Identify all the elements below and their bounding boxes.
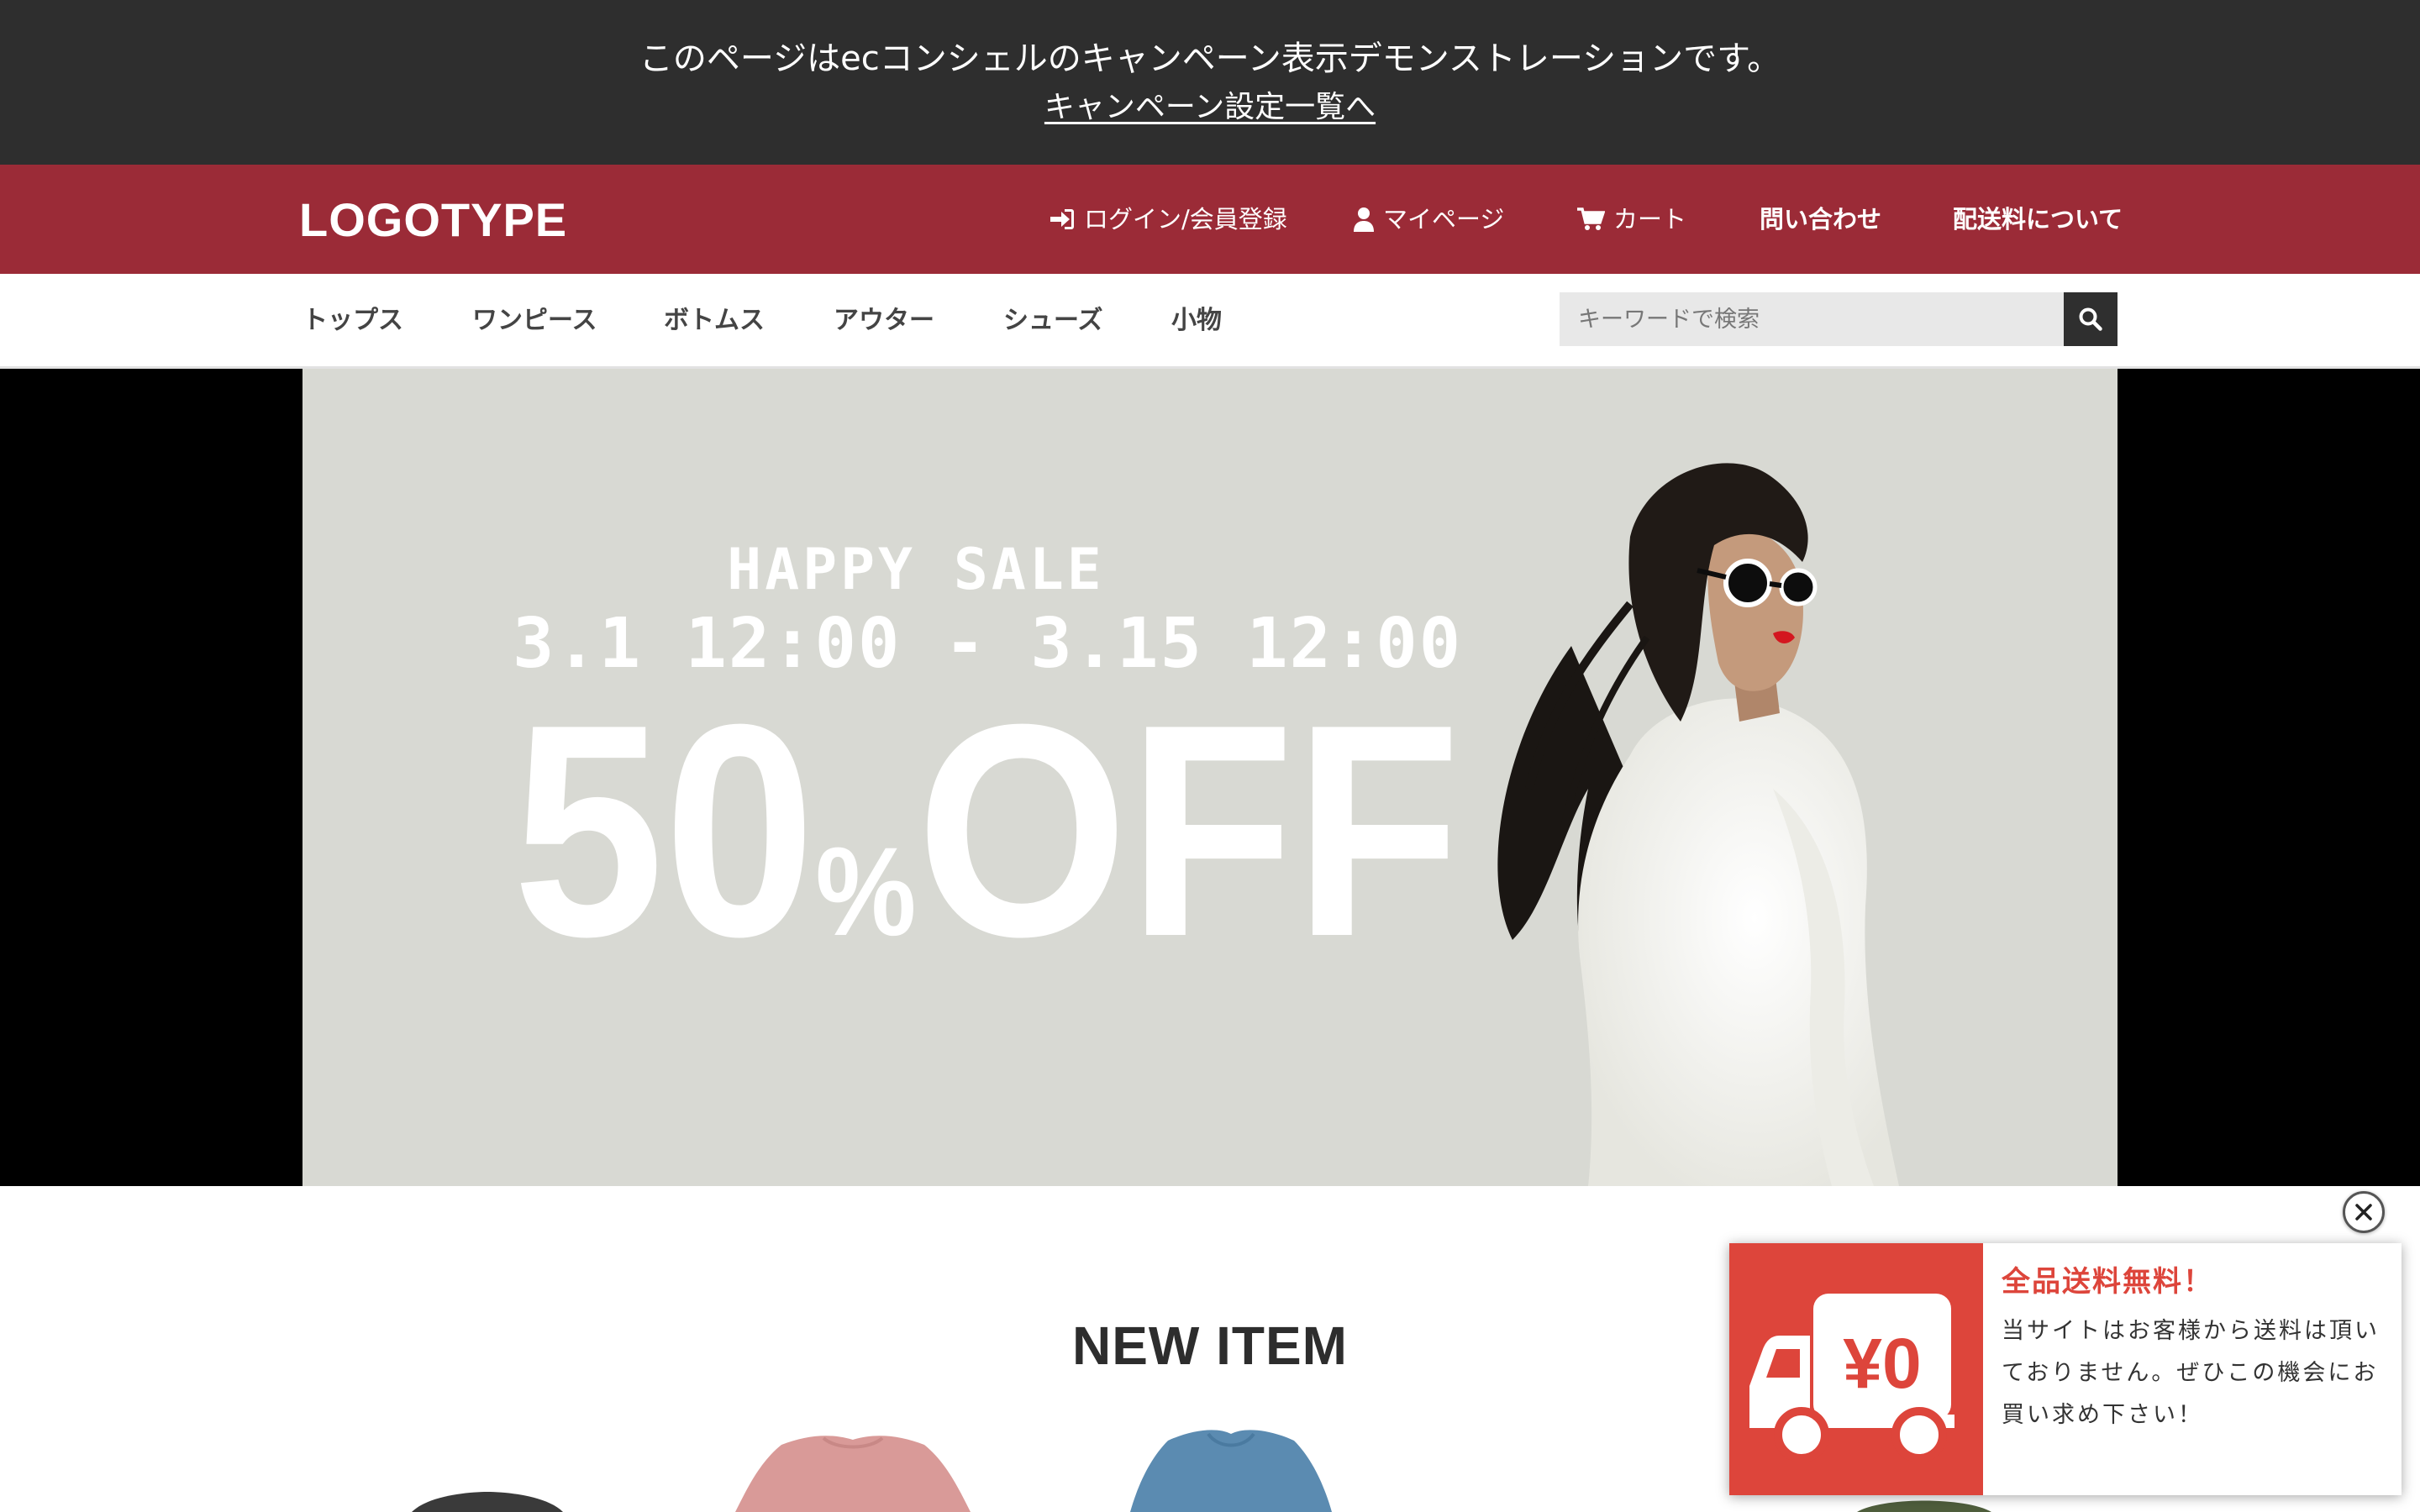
product-thumbnail[interactable] (731, 1428, 975, 1512)
campaign-list-link[interactable]: キャンペーン設定一覧へ (1044, 90, 1376, 124)
product-thumbnail[interactable] (1126, 1424, 1336, 1512)
category-onepiece[interactable]: ワンピース (472, 301, 597, 341)
close-icon (2355, 1204, 2372, 1221)
discount-percent-sign: % (815, 821, 917, 962)
model-image (1497, 463, 1899, 1186)
contact-link[interactable]: 問い合わせ (1760, 198, 1881, 240)
shipping-info-link[interactable]: 配送料について (1953, 198, 2123, 240)
delivery-truck-icon: ¥0 (1749, 1294, 1954, 1462)
search-form (1560, 292, 2118, 346)
search-button[interactable] (2064, 292, 2118, 346)
popup-close-button[interactable] (2343, 1191, 2385, 1233)
demo-notice-bar: このページはecコンシェルのキャンペーン表示デモンストレーションです。 キャンペ… (0, 0, 2420, 165)
login-register-label: ログイン/会員登録 (1084, 205, 1287, 234)
site-logo[interactable]: LOGOTYPE (299, 193, 567, 247)
sign-in-icon (1050, 209, 1074, 229)
category-tops[interactable]: トップス (302, 301, 403, 341)
hero-section: HAPPY SALE 3.1 12:00 - 3.15 12:00 50%OFF (0, 369, 2420, 1186)
popup-title: 全品送料無料！ (2002, 1265, 2213, 1299)
cart-label: カート (1613, 205, 1687, 234)
sale-banner[interactable]: HAPPY SALE 3.1 12:00 - 3.15 12:00 50%OFF (302, 369, 2118, 1186)
sale-discount: 50%OFF (513, 680, 1460, 1042)
popup-message: 当サイトはお客様から送料は頂いておりません。ぜひこの機会にお買い求め下さい！ (2002, 1318, 2380, 1428)
user-icon (1354, 207, 1374, 232)
sale-title: HAPPY SALE (727, 537, 1105, 603)
category-nav: トップス ワンピース ボトムス アウター シューズ 小物 (0, 274, 2420, 369)
free-shipping-popup[interactable]: ¥0 全品送料無料！ 当サイトはお客様から送料は頂いておりません。ぜひこの機会に… (1729, 1243, 2402, 1495)
mypage-link[interactable]: マイページ (1353, 198, 1504, 240)
category-outer[interactable]: アウター (834, 301, 934, 341)
search-input[interactable] (1560, 292, 2064, 346)
mypage-label: マイページ (1383, 205, 1505, 234)
free-shipping-image: ¥0 (1729, 1243, 1983, 1495)
demo-notice-message: このページはecコンシェルのキャンペーン表示デモンストレーションです。 (639, 39, 1781, 78)
product-thumbnail[interactable] (1849, 1494, 2000, 1512)
cart-link[interactable]: カート (1576, 198, 1686, 240)
category-accessories[interactable]: 小物 (1171, 301, 1222, 341)
site-header: LOGOTYPE ログイン/会員登録 マイページ カート 問い合わせ 配送料につ… (0, 165, 2420, 274)
search-icon (2079, 307, 2102, 331)
category-bottoms[interactable]: ボトムス (664, 301, 765, 341)
discount-number: 50 (513, 662, 816, 1000)
yen-zero-text: ¥0 (1843, 1324, 1921, 1403)
product-thumbnail[interactable] (395, 1487, 580, 1512)
cart-icon (1577, 207, 1605, 230)
category-shoes[interactable]: シューズ (1003, 301, 1103, 341)
login-register-link[interactable]: ログイン/会員登録 (1049, 198, 1287, 240)
